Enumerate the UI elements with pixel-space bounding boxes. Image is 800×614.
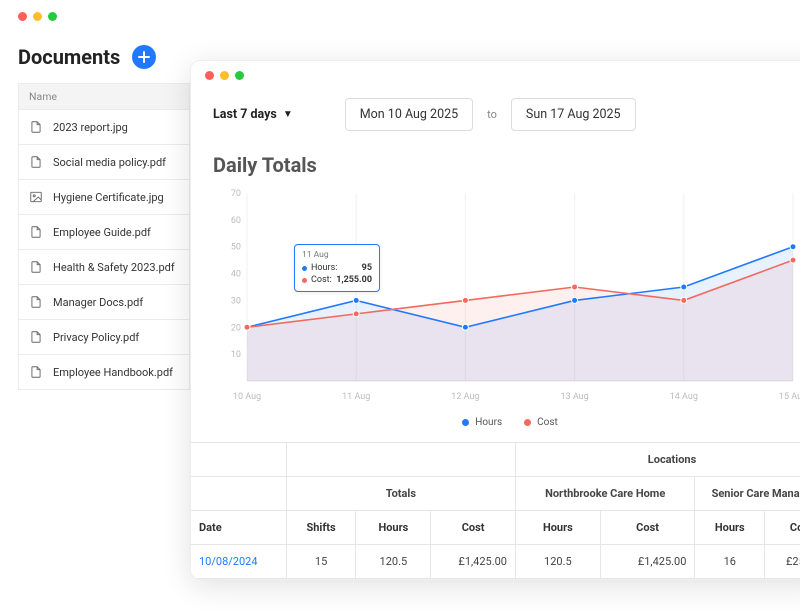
svg-text:15 Aug: 15 Aug: [779, 392, 800, 402]
file-name: Hygiene Certificate.jpg: [53, 191, 164, 204]
caret-down-icon: ▼: [283, 109, 293, 120]
cell-cost-loc1: £1,425.00: [601, 545, 696, 579]
col-cost: Cost: [431, 511, 516, 545]
location-1-header: Northbrooke Care Home: [516, 477, 695, 511]
cell-shifts: 15: [287, 545, 357, 579]
daily-totals-chart: 10 20 30 40 50 60 70 10 Aug 11 Aug 12 Aug 13 Aug 14…: [191, 183, 800, 413]
col-shifts: Shifts: [287, 511, 357, 545]
svg-text:30: 30: [231, 296, 241, 306]
tooltip-cost-value: 1,255.00: [336, 275, 372, 287]
file-item[interactable]: Manager Docs.pdf: [18, 285, 190, 320]
locations-header: Locations: [516, 443, 800, 477]
col-date: Date: [191, 511, 287, 545]
location-2-header: Senior Care Manage: [695, 477, 800, 511]
maximize-dot-icon[interactable]: [235, 71, 244, 80]
cell-cost-loc2: £256.0: [765, 545, 800, 579]
section-title: Daily Totals: [191, 143, 800, 183]
legend-cost: Cost: [524, 417, 558, 428]
file-name: 2023 report.jpg: [53, 121, 128, 134]
close-dot-icon[interactable]: [18, 12, 27, 21]
maximize-dot-icon[interactable]: [48, 12, 57, 21]
file-item[interactable]: 2023 report.jpg: [18, 110, 190, 145]
date-range-dropdown[interactable]: Last 7 days ▼: [213, 107, 293, 122]
add-document-button[interactable]: [132, 45, 156, 69]
file-item[interactable]: Employee Handbook.pdf: [18, 355, 190, 390]
file-name: Employee Handbook.pdf: [53, 366, 173, 379]
minimize-dot-icon[interactable]: [33, 12, 42, 21]
tooltip-hours-value: 95: [362, 263, 372, 275]
cell-hours-loc2: 16: [695, 545, 765, 579]
col-hours-loc2: Hours: [695, 511, 765, 545]
svg-text:70: 70: [231, 189, 241, 199]
minimize-dot-icon[interactable]: [220, 71, 229, 80]
file-item[interactable]: Employee Guide.pdf: [18, 215, 190, 250]
legend-hours: Hours: [462, 417, 502, 428]
file-name: Manager Docs.pdf: [53, 296, 143, 309]
file-item[interactable]: Health & Safety 2023.pdf: [18, 250, 190, 285]
col-cost-loc1: Cost: [601, 511, 696, 545]
svg-text:11 Aug: 11 Aug: [342, 392, 370, 402]
svg-text:60: 60: [231, 216, 241, 226]
svg-text:50: 50: [231, 243, 241, 253]
report-card: Last 7 days ▼ Mon 10 Aug 2025 to Sun 17 …: [190, 60, 800, 580]
cell-hours-loc1: 120.5: [516, 545, 601, 579]
svg-text:40: 40: [231, 270, 241, 280]
date-range-label: Last 7 days: [213, 107, 277, 122]
date-to-picker[interactable]: Sun 17 Aug 2025: [511, 98, 636, 131]
col-cost-loc2: Co: [765, 511, 800, 545]
file-name: Privacy Policy.pdf: [53, 331, 139, 344]
svg-text:20: 20: [231, 323, 241, 333]
svg-text:10 Aug: 10 Aug: [233, 392, 261, 402]
cell-hours: 120.5: [356, 545, 431, 579]
totals-group: Totals: [287, 477, 516, 511]
documents-panel: Documents Name 2023 report.jpg Social med…: [18, 12, 190, 390]
window-controls-sidebar: [18, 12, 190, 21]
file-list-header: Name: [18, 83, 190, 110]
svg-text:12 Aug: 12 Aug: [451, 392, 479, 402]
cell-cost: £1,425.00: [431, 545, 516, 579]
svg-text:10: 10: [231, 350, 241, 360]
svg-text:14 Aug: 14 Aug: [670, 392, 698, 402]
date-to-label: to: [487, 108, 497, 121]
file-name: Employee Guide.pdf: [53, 226, 151, 239]
dot-icon: [524, 419, 531, 426]
col-hours: Hours: [356, 511, 431, 545]
file-item[interactable]: Privacy Policy.pdf: [18, 320, 190, 355]
documents-title: Documents: [18, 45, 120, 69]
dot-icon: [302, 266, 307, 271]
file-name: Health & Safety 2023.pdf: [53, 261, 175, 274]
table-row: 10/08/2024 15 120.5 £1,425.00 120.5 £1,4…: [191, 545, 800, 579]
file-item[interactable]: Hygiene Certificate.jpg: [18, 180, 190, 215]
chart-legend: Hours Cost: [191, 413, 800, 442]
window-controls-card: [191, 61, 800, 80]
cell-date[interactable]: 10/08/2024: [191, 545, 287, 579]
table-group-header: Totals Northbrooke Care Home Senior Care…: [191, 477, 800, 511]
tooltip-date: 11 Aug: [302, 250, 372, 260]
table-super-header: Locations: [191, 443, 800, 477]
date-from-picker[interactable]: Mon 10 Aug 2025: [345, 98, 473, 131]
dot-icon: [302, 278, 307, 283]
close-dot-icon[interactable]: [205, 71, 214, 80]
totals-table: Locations Totals Northbrooke Care Home S…: [191, 442, 800, 579]
file-item[interactable]: Social media policy.pdf: [18, 145, 190, 180]
file-name: Social media policy.pdf: [53, 156, 166, 169]
file-list: 2023 report.jpg Social media policy.pdf Hy…: [18, 110, 190, 390]
table-column-header: Date Shifts Hours Cost Hours Cost Hours …: [191, 511, 800, 545]
chart-tooltip: 11 Aug Hours: 95 Cost: 1,255.00: [294, 244, 380, 292]
plus-icon: [138, 51, 150, 63]
dot-icon: [462, 419, 469, 426]
col-hours-loc1: Hours: [516, 511, 601, 545]
svg-text:13 Aug: 13 Aug: [561, 392, 589, 402]
